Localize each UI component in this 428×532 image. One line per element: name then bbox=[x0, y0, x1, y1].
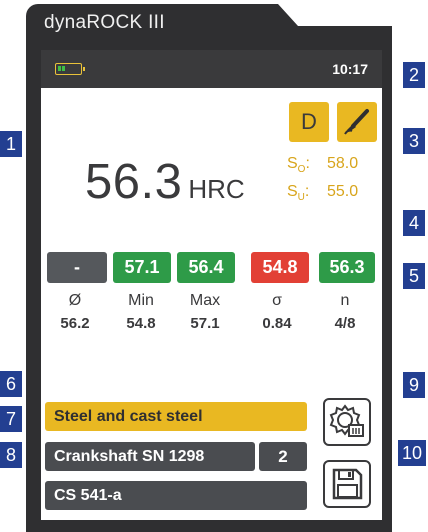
stat-min: Min 54.8 bbox=[126, 292, 156, 332]
callout-10: 10 bbox=[398, 440, 426, 466]
lower-limit-row: SU: 55.0 bbox=[287, 183, 359, 204]
stat-sigma: σ 0.84 bbox=[262, 292, 292, 332]
measurement-chip[interactable]: 56.3 bbox=[319, 252, 375, 283]
callout-3: 3 bbox=[403, 128, 425, 154]
count-field[interactable]: 2 bbox=[259, 442, 307, 471]
reading-unit: HRC bbox=[188, 174, 245, 204]
callout-1: 1 bbox=[0, 131, 22, 157]
measurement-chip[interactable]: - bbox=[47, 252, 107, 283]
stat-max: Max 57.1 bbox=[189, 292, 221, 332]
part-field[interactable]: Crankshaft SN 1298 bbox=[45, 442, 255, 471]
probe-type-label: D bbox=[301, 109, 317, 134]
status-clock: 10:17 bbox=[332, 61, 368, 77]
settings-button[interactable] bbox=[323, 398, 371, 446]
impact-probe-icon bbox=[344, 109, 369, 135]
status-bar: 10:17 bbox=[41, 50, 382, 88]
material-field[interactable]: Steel and cast steel bbox=[45, 402, 307, 431]
device-screen: 10:17 D 56.3 HRC SO: 58.0 SU: 55.0 - 57.1 5… bbox=[41, 50, 382, 520]
lower-limit-value: 55.0 bbox=[327, 183, 359, 201]
hardness-reading: 56.3 HRC bbox=[85, 154, 245, 210]
reading-value: 56.3 bbox=[85, 155, 183, 209]
cs-field[interactable]: CS 541-a bbox=[45, 481, 307, 510]
battery-icon bbox=[55, 63, 85, 75]
stat-n: n 4/8 bbox=[334, 292, 356, 332]
measurement-chip[interactable]: 57.1 bbox=[113, 252, 171, 283]
callout-2: 2 bbox=[403, 62, 425, 88]
probe-type-button[interactable]: D bbox=[289, 102, 329, 142]
callout-7: 7 bbox=[0, 406, 22, 432]
callout-4: 4 bbox=[403, 210, 425, 236]
brand-label: dynaROCK III bbox=[44, 12, 165, 33]
save-button[interactable] bbox=[323, 460, 371, 508]
floppy-disk-icon bbox=[332, 468, 363, 500]
impact-probe-button[interactable] bbox=[337, 102, 377, 142]
upper-limit-row: SO: 58.0 bbox=[287, 155, 359, 176]
gear-settings-icon bbox=[329, 404, 364, 437]
callout-8: 8 bbox=[0, 442, 22, 468]
upper-limit-value: 58.0 bbox=[327, 155, 359, 172]
measurement-chip[interactable]: 54.8 bbox=[251, 252, 309, 283]
stat-mean: Ø 56.2 bbox=[60, 292, 90, 332]
callout-9: 9 bbox=[403, 372, 425, 398]
measurement-chip[interactable]: 56.4 bbox=[177, 252, 235, 283]
tolerance-limits: SO: 58.0 SU: 55.0 bbox=[287, 153, 358, 209]
callout-6: 6 bbox=[0, 371, 22, 397]
callout-5: 5 bbox=[403, 263, 425, 289]
